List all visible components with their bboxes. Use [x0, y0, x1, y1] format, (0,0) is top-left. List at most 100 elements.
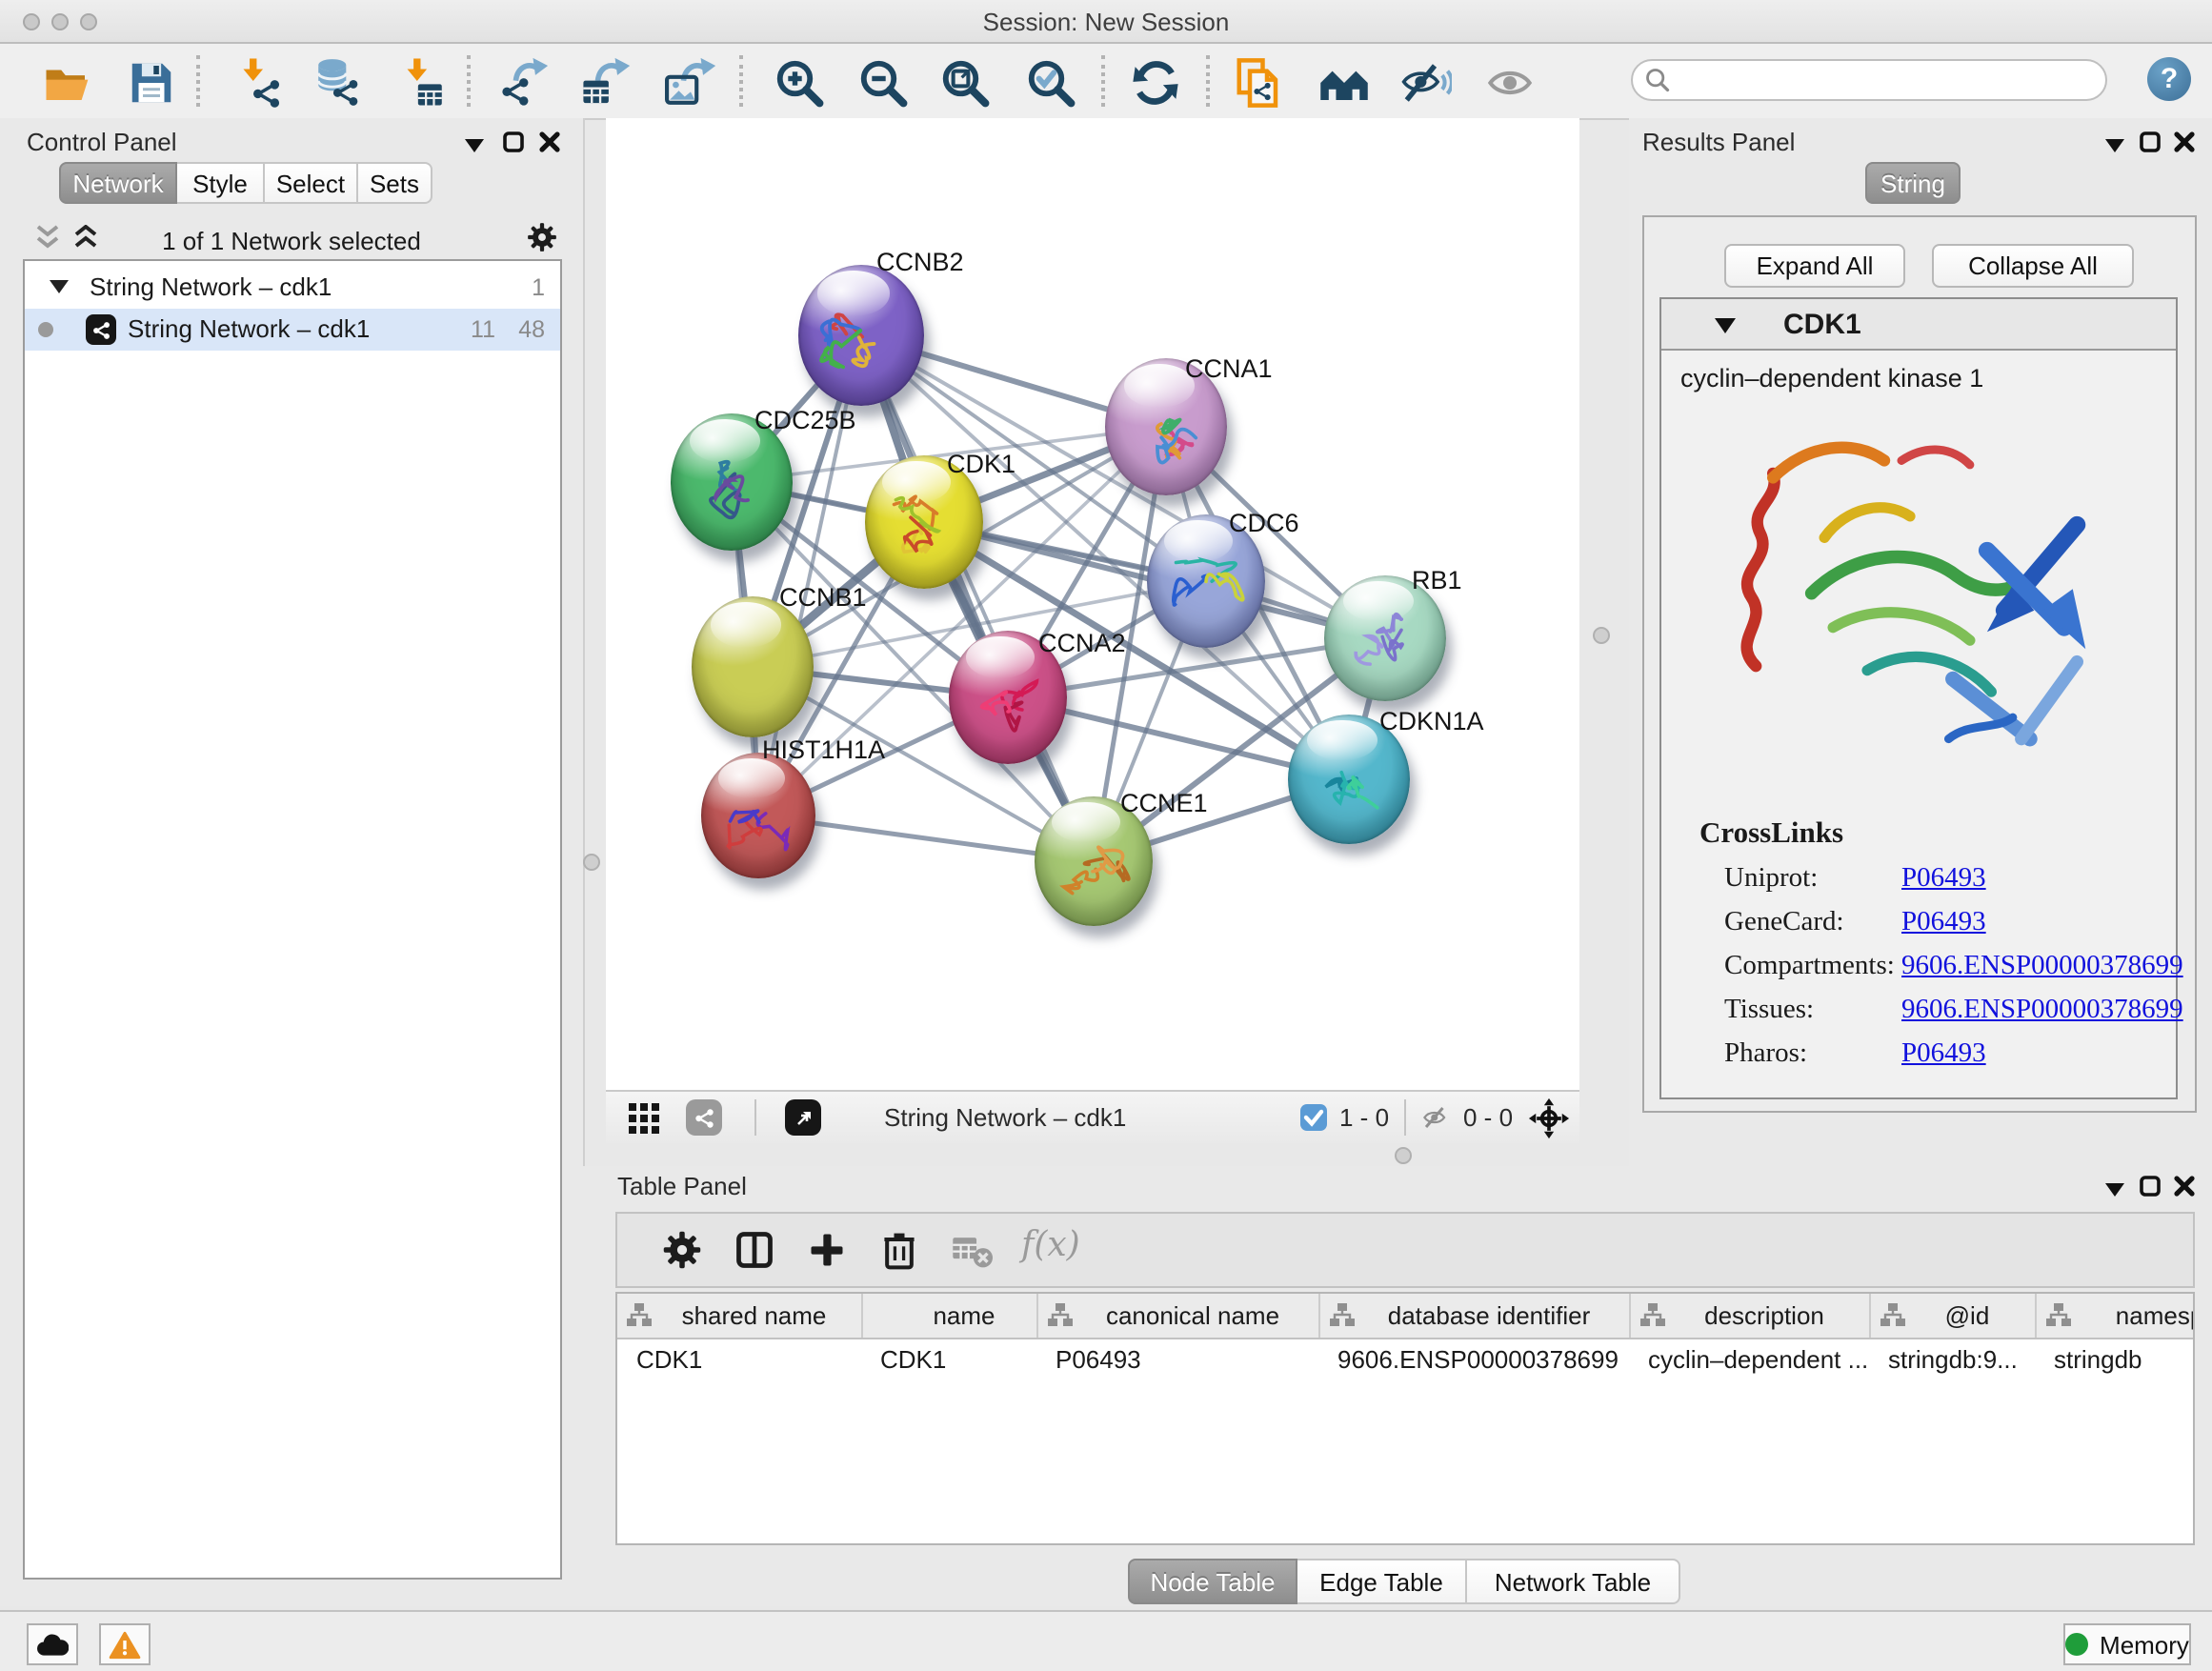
- export-table-button[interactable]: [577, 53, 634, 111]
- export-network-button[interactable]: [497, 53, 554, 111]
- memory-status-dot: [2065, 1633, 2088, 1656]
- float-panel-icon[interactable]: [465, 139, 484, 152]
- crosslink-genecard-link[interactable]: P06493: [1901, 907, 1986, 939]
- birdseye-view-icon[interactable]: [785, 1099, 821, 1136]
- grid-mode-icon[interactable]: [629, 1103, 659, 1134]
- export-image-button[interactable]: [663, 53, 720, 111]
- network-row-selected[interactable]: String Network – cdk1 11 48: [25, 309, 560, 351]
- show-hidden-button[interactable]: [1482, 53, 1539, 111]
- zoom-fit-button[interactable]: [937, 53, 995, 111]
- crosslink-compartments-link[interactable]: 9606.ENSP00000378699: [1901, 951, 2183, 983]
- tab-string[interactable]: String: [1865, 162, 1961, 204]
- close-panel-icon[interactable]: [539, 131, 560, 152]
- network-node-label-CDKN1A: CDKN1A: [1379, 707, 1484, 735]
- column-header-description[interactable]: description: [1629, 1294, 1869, 1339]
- cell-database-identifier[interactable]: 9606.ENSP00000378699: [1318, 1339, 1629, 1379]
- maximize-panel-icon[interactable]: [2140, 1176, 2161, 1197]
- delete-table-icon: [949, 1229, 995, 1271]
- tab-edge-table[interactable]: Edge Table: [1297, 1559, 1467, 1604]
- network-view-mode-icon[interactable]: [686, 1099, 722, 1136]
- tab-network-table[interactable]: Network Table: [1467, 1559, 1680, 1604]
- fit-content-crosshair-icon[interactable]: [1528, 1097, 1570, 1139]
- network-canvas[interactable]: CCNB2CCNA1CDC25BCDK1CDC6RB1CCNB1CCNA2CDK…: [606, 118, 1579, 1090]
- column-header-canonical-name[interactable]: canonical name: [1036, 1294, 1318, 1339]
- protein-structure-glyph: [1343, 603, 1427, 681]
- column-header-namespace[interactable]: namespace: [2035, 1294, 2195, 1339]
- export-image-icon: [665, 56, 716, 108]
- delete-table-button[interactable]: [945, 1225, 998, 1278]
- vertical-splitter-handle-left[interactable]: [583, 854, 600, 871]
- refresh-view-button[interactable]: [1128, 53, 1185, 111]
- delete-column-button[interactable]: [873, 1225, 926, 1278]
- search-input[interactable]: [1631, 59, 2107, 101]
- protein-structure-glyph: [719, 780, 797, 858]
- cell-shared-name[interactable]: CDK1: [617, 1339, 861, 1379]
- network-node-HIST1H1A[interactable]: [701, 753, 815, 878]
- table-options-button[interactable]: [655, 1225, 709, 1278]
- selected-checkbox-icon[interactable]: [1299, 1103, 1328, 1132]
- collapse-all-button[interactable]: Collapse All: [1932, 244, 2134, 288]
- tab-style[interactable]: Style: [177, 162, 265, 204]
- cloud-tasks-button[interactable]: [27, 1623, 78, 1665]
- create-column-button[interactable]: [800, 1225, 854, 1278]
- import-network-database-button[interactable]: [311, 53, 368, 111]
- memory-button[interactable]: Memory: [2063, 1623, 2191, 1665]
- maximize-panel-icon[interactable]: [2140, 131, 2161, 152]
- import-table-file-button[interactable]: [394, 53, 452, 111]
- shared-column-icon: [1047, 1303, 1072, 1326]
- zoom-out-button[interactable]: [855, 53, 913, 111]
- section-disclosure-icon[interactable]: [1715, 318, 1736, 333]
- maximize-panel-icon[interactable]: [503, 131, 524, 152]
- help-button[interactable]: ?: [2147, 57, 2191, 101]
- expand-all-button[interactable]: Expand All: [1724, 244, 1905, 288]
- float-panel-icon[interactable]: [2105, 1183, 2124, 1197]
- collection-disclosure-icon[interactable]: [50, 280, 69, 293]
- crosslink-label: Compartments:: [1724, 951, 1895, 981]
- table-row[interactable]: CDK1 CDK1 P06493 9606.ENSP00000378699 cy…: [617, 1339, 2195, 1379]
- hidden-eye-slash-icon: [1419, 1103, 1452, 1132]
- tab-network[interactable]: Network: [59, 162, 177, 204]
- zoom-selected-button[interactable]: [1023, 53, 1080, 111]
- tab-select[interactable]: Select: [265, 162, 358, 204]
- tab-node-table[interactable]: Node Table: [1128, 1559, 1297, 1604]
- network-node-CCNB2[interactable]: [798, 265, 924, 406]
- viewbar-separator: [754, 1099, 756, 1136]
- import-network-file-button[interactable]: [232, 53, 290, 111]
- open-folder-icon: [42, 56, 93, 108]
- tab-sets[interactable]: Sets: [358, 162, 432, 204]
- cell-canonical-name[interactable]: P06493: [1036, 1339, 1318, 1379]
- save-session-button[interactable]: [124, 53, 181, 111]
- hide-selected-button[interactable]: [1398, 53, 1456, 111]
- zoom-in-icon: [774, 56, 825, 108]
- function-builder-button[interactable]: f(x): [1021, 1225, 1080, 1265]
- network-node-label-CCNA2: CCNA2: [1038, 629, 1126, 657]
- column-header-id[interactable]: @id: [1869, 1294, 2035, 1339]
- column-header-name[interactable]: name: [861, 1294, 1036, 1339]
- show-columns-button[interactable]: [728, 1225, 781, 1278]
- horizontal-splitter-handle[interactable]: [1395, 1147, 1412, 1164]
- protein-structure-glyph: [1166, 544, 1246, 626]
- open-session-button[interactable]: [40, 53, 97, 111]
- zoom-in-button[interactable]: [772, 53, 829, 111]
- crosslink-uniprot-link[interactable]: P06493: [1901, 863, 1986, 896]
- network-collection-row[interactable]: String Network – cdk1 1: [25, 267, 560, 309]
- vertical-splitter-handle-right[interactable]: [1593, 627, 1610, 644]
- show-all-networks-button[interactable]: [1317, 53, 1374, 111]
- float-panel-icon[interactable]: [2105, 139, 2124, 152]
- crosslink-tissues-link[interactable]: 9606.ENSP00000378699: [1901, 995, 2183, 1027]
- cell-namespace[interactable]: stringdb: [2035, 1339, 2195, 1379]
- network-options-gear-icon[interactable]: [526, 221, 558, 253]
- cell-name[interactable]: CDK1: [861, 1339, 1036, 1379]
- node-section-header[interactable]: CDK1: [1661, 299, 2176, 351]
- column-header-database-identifier[interactable]: database identifier: [1318, 1294, 1629, 1339]
- column-header-shared-name[interactable]: shared name: [617, 1294, 861, 1339]
- network-node-CCNB1[interactable]: [692, 596, 814, 737]
- cell-id[interactable]: stringdb:9...: [1869, 1339, 2035, 1379]
- crosslink-pharos-link[interactable]: P06493: [1901, 1038, 1986, 1071]
- copy-network-button[interactable]: [1231, 53, 1288, 111]
- cell-description[interactable]: cyclin–dependent ...: [1629, 1339, 1869, 1379]
- close-panel-icon[interactable]: [2174, 1176, 2195, 1197]
- close-panel-icon[interactable]: [2174, 131, 2195, 152]
- export-network-icon: [499, 56, 551, 108]
- warnings-button[interactable]: [99, 1623, 151, 1665]
